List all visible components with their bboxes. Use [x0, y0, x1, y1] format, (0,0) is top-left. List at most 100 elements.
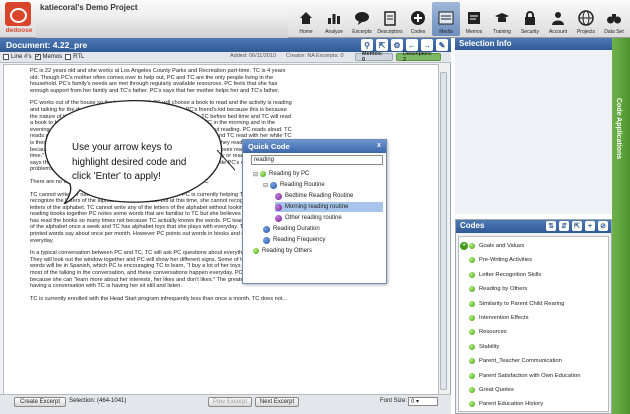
- code-item[interactable]: Parent Education History: [459, 397, 608, 411]
- scrollbar-thumb[interactable]: [440, 72, 447, 390]
- nav-security[interactable]: Security: [516, 2, 544, 36]
- code-item[interactable]: Great Quotes: [459, 383, 608, 397]
- code-dot-icon: [469, 257, 475, 264]
- code-dot-icon: [469, 401, 475, 408]
- code-item[interactable]: Stability: [459, 340, 608, 354]
- add-code-icon[interactable]: +: [585, 221, 595, 231]
- quick-code-tree-item[interactable]: Bedtime Reading Routine: [275, 191, 383, 201]
- creator: Creator: NA: [286, 53, 316, 59]
- search-icon[interactable]: ⚲: [361, 39, 373, 51]
- selection-info-panel: Selection Info: [455, 38, 612, 214]
- blue-code-dot-icon: [270, 181, 278, 189]
- main-nav: Home Analyze Excerpts Descriptors Codes Media…: [292, 2, 630, 36]
- quick-code-tree-item[interactable]: Reading Duration: [263, 224, 383, 234]
- quick-code-tree-item[interactable]: Morning reading routine: [275, 202, 383, 212]
- close-icon[interactable]: x: [375, 142, 383, 150]
- quick-code-label: Reading Routine: [280, 182, 325, 188]
- code-item[interactable]: Similarity to Parent Child Rearing: [459, 297, 608, 311]
- media-icon: [437, 9, 455, 27]
- collapse-toggle-icon[interactable]: ⊟: [253, 171, 258, 178]
- back-arrow-icon[interactable]: ←: [406, 39, 418, 51]
- code-item[interactable]: Pre-Writing Activities: [459, 253, 608, 267]
- collapse-toggle-icon[interactable]: ⊟: [263, 182, 268, 189]
- sort-icon[interactable]: ⇵: [559, 221, 569, 231]
- codes-list: + Goals and Values Pre-Writing Activities L…: [458, 236, 609, 412]
- code-label: Great Quotes: [479, 387, 514, 393]
- quick-code-label: Morning reading routine: [285, 204, 349, 210]
- selection-info-title: Selection Info: [459, 39, 512, 48]
- quick-code-tree-item[interactable]: ⊟ Reading Routine: [263, 180, 383, 190]
- code-item[interactable]: Parent Satisfaction with Own Education: [459, 369, 608, 383]
- nav-home[interactable]: Home: [292, 2, 320, 36]
- code-applications-tab[interactable]: Code Applications: [612, 38, 630, 414]
- nav-memos[interactable]: Memos: [460, 2, 488, 36]
- quick-code-popup: Quick Code x reading ⊟ Reading by PC ⊟ Read…: [242, 139, 387, 284]
- sort-az-icon[interactable]: ⇅: [546, 221, 556, 231]
- quick-code-label: Other reading routine: [285, 215, 342, 221]
- quick-code-tree-item[interactable]: Reading by Others: [253, 246, 383, 256]
- document-paragraph: TC is currently enrolled with the Head S…: [30, 295, 288, 302]
- nav-account[interactable]: Account: [544, 2, 572, 36]
- line-numbers-checkbox[interactable]: [3, 54, 9, 60]
- person-icon: [549, 9, 567, 27]
- nav-label: Account: [548, 29, 568, 35]
- code-dot-icon: [469, 387, 475, 393]
- nav-codes[interactable]: Codes: [404, 2, 432, 36]
- purple-code-dot-icon: [275, 192, 282, 200]
- quick-code-header: Quick Code x: [243, 140, 386, 153]
- expand-plus-icon[interactable]: +: [460, 242, 468, 250]
- code-item[interactable]: Reading by Others: [459, 282, 608, 296]
- create-excerpt-button[interactable]: Create Excerpt: [14, 397, 66, 407]
- nav-label: Descriptors: [377, 29, 403, 35]
- export-codes-icon[interactable]: ⇱: [572, 221, 582, 231]
- quick-code-tree-item[interactable]: ⊟ Reading by PC: [253, 169, 383, 179]
- nav-media[interactable]: Media: [432, 2, 460, 36]
- memos-count-button[interactable]: Memos: 0: [355, 51, 393, 63]
- code-item[interactable]: + Goals and Values: [459, 239, 608, 253]
- settings-icon[interactable]: ⚙: [391, 39, 403, 51]
- quick-code-search-input[interactable]: reading: [251, 155, 383, 165]
- nav-analyze[interactable]: Analyze: [320, 2, 348, 36]
- memos-checkbox[interactable]: [34, 54, 41, 60]
- quick-code-label: Reading Duration: [273, 226, 320, 232]
- purple-code-dot-icon: [275, 203, 282, 211]
- document-subbar: Line #'s Memos RTL Added: 06/11/2010 Cre…: [0, 51, 451, 63]
- export-icon[interactable]: ⇱: [376, 39, 388, 51]
- green-code-dot-icon: [253, 248, 259, 254]
- code-dot-icon: [469, 315, 475, 321]
- document-header: Document: 4.22_pre ⚲ ⇱ ⚙ ← → ✎: [0, 38, 451, 52]
- quick-code-tree-item[interactable]: Other reading routine: [275, 213, 383, 223]
- rtl-label: RTL: [73, 54, 85, 60]
- app-window: dedoose katiecoral's Demo Project Home An…: [0, 0, 630, 414]
- edit-icon[interactable]: ✎: [436, 39, 448, 51]
- nav-data-set[interactable]: Data Set: [600, 2, 628, 36]
- rtl-checkbox[interactable]: [65, 54, 72, 60]
- code-item[interactable]: Parent_Teacher Communication: [459, 354, 608, 368]
- top-toolbar: dedoose katiecoral's Demo Project Home An…: [0, 0, 630, 38]
- code-dot-icon: [469, 300, 475, 307]
- font-size-select[interactable]: 0 ▾: [408, 397, 438, 406]
- nav-label: Data Set: [604, 29, 624, 35]
- code-item[interactable]: Resources: [459, 325, 608, 339]
- forward-arrow-icon[interactable]: →: [421, 39, 433, 51]
- delete-code-icon[interactable]: ⊘: [598, 221, 608, 231]
- document-scrollbar[interactable]: [438, 64, 448, 394]
- next-excerpt-button[interactable]: Next Excerpt: [255, 397, 299, 407]
- quick-code-tree-item[interactable]: Reading Frequency: [263, 235, 383, 245]
- nav-training[interactable]: Training: [488, 2, 516, 36]
- nav-projects[interactable]: Projects: [572, 2, 600, 36]
- prev-excerpt-button[interactable]: Prev Excerpt: [208, 397, 252, 407]
- callout-text: Use your arrow keys to highlight desired…: [72, 142, 187, 182]
- house-icon: [297, 9, 315, 27]
- nav-label: Security: [520, 29, 540, 35]
- code-item[interactable]: Intervention Effects: [459, 311, 608, 325]
- nav-descriptors[interactable]: Descriptors: [376, 2, 404, 36]
- font-size-value: 0: [411, 399, 415, 405]
- quick-code-label: Reading Frequency: [273, 237, 326, 243]
- code-label: Pre-Writing Activities: [479, 257, 533, 264]
- dedoose-logo[interactable]: dedoose: [2, 2, 36, 36]
- nav-excerpts[interactable]: Excerpts: [348, 2, 376, 36]
- memo-icon: [465, 9, 483, 27]
- code-item[interactable]: Letter Recognition Skills: [459, 268, 608, 282]
- descriptors-count-button[interactable]: Descriptors: 2: [396, 51, 441, 63]
